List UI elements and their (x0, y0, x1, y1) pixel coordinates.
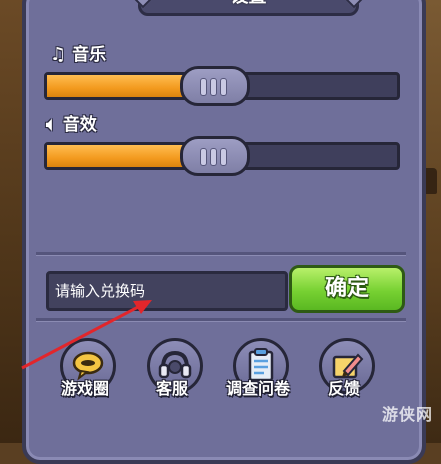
annotation-arrow (21, 300, 152, 370)
watermark: 游侠网 (381, 405, 433, 424)
